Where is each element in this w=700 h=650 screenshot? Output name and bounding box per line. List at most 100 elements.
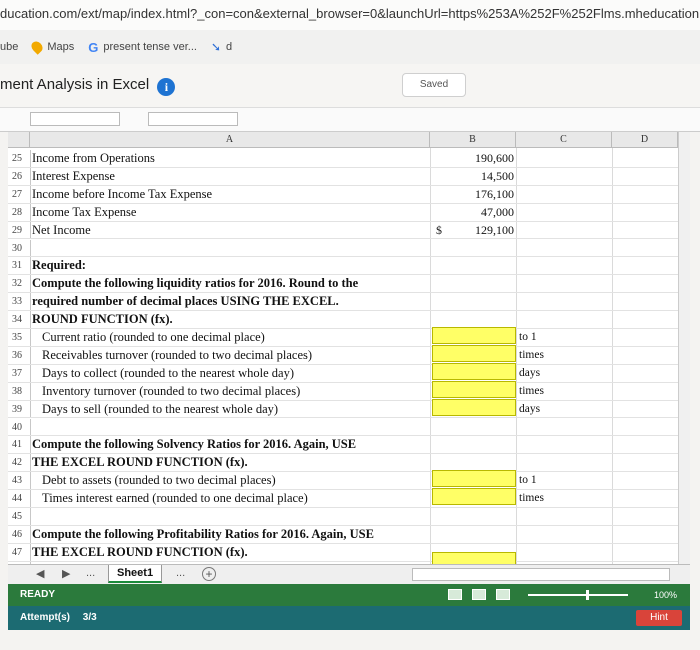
row-number[interactable]: 42 xyxy=(8,454,30,471)
cell-c-unit[interactable]: to 1 xyxy=(519,329,537,346)
cell-a[interactable]: Income Tax Expense xyxy=(32,204,136,221)
page-layout-view-icon[interactable] xyxy=(472,589,486,600)
cell-a[interactable]: Required: xyxy=(32,257,86,274)
table-row[interactable]: 30 xyxy=(8,239,690,258)
table-row[interactable]: 25 Income from Operations 190,600 xyxy=(8,150,690,168)
tab-more-left[interactable]: ... xyxy=(86,567,95,579)
row-number[interactable]: 25 xyxy=(8,150,30,167)
cell-a[interactable]: THE EXCEL ROUND FUNCTION (fx). xyxy=(32,454,248,471)
table-row[interactable]: 46 Compute the following Profitability Ra… xyxy=(8,525,690,544)
table-row[interactable]: 31 Required: xyxy=(8,257,690,276)
table-row[interactable]: 36 Receivables turnover (rounded to two d… xyxy=(8,346,690,365)
address-bar[interactable]: ducation.com/ext/map/index.html?_con=con… xyxy=(0,0,700,30)
horizontal-scrollbar[interactable] xyxy=(412,568,670,581)
answer-cell-receivables-turnover[interactable] xyxy=(432,345,516,362)
row-number[interactable]: 36 xyxy=(8,347,30,364)
table-row[interactable]: 38 Inventory turnover (rounded to two dec… xyxy=(8,382,690,401)
table-row[interactable]: 44 Times interest earned (rounded to one … xyxy=(8,490,690,508)
cell-a[interactable]: THE EXCEL ROUND FUNCTION (fx). xyxy=(32,544,248,561)
table-row[interactable]: 41 Compute the following Solvency Ratios … xyxy=(8,436,690,455)
cell-a[interactable]: Times interest earned (rounded to one de… xyxy=(42,490,308,507)
column-header-a[interactable]: A xyxy=(30,132,430,148)
row-number[interactable]: 45 xyxy=(8,508,30,525)
cell-c-unit[interactable]: days xyxy=(519,401,540,418)
row-number[interactable]: 26 xyxy=(8,168,30,185)
column-header-d[interactable]: D xyxy=(612,132,678,148)
formula-field[interactable] xyxy=(148,112,238,126)
cell-a[interactable]: Income before Income Tax Expense xyxy=(32,186,212,203)
table-row[interactable]: 35 Current ratio (rounded to one decimal … xyxy=(8,329,690,347)
answer-cell-net-profit-margin[interactable] xyxy=(432,552,516,564)
row-number[interactable]: 41 xyxy=(8,436,30,453)
add-sheet-icon[interactable]: + xyxy=(202,567,216,581)
table-row[interactable]: 37 Days to collect (rounded to the neares… xyxy=(8,364,690,383)
cell-a[interactable]: Debt to assets (rounded to two decimal p… xyxy=(42,472,276,489)
table-row[interactable]: 27 Income before Income Tax Expense 176,10… xyxy=(8,185,690,204)
tab-prev-arrow-icon[interactable]: ◀ xyxy=(36,567,44,580)
page-break-view-icon[interactable] xyxy=(496,589,510,600)
row-number[interactable]: 30 xyxy=(8,240,30,257)
row-number[interactable]: 28 xyxy=(8,204,30,221)
row-number[interactable]: 33 xyxy=(8,293,30,310)
table-row[interactable]: 40 xyxy=(8,418,690,437)
cell-c-unit[interactable]: to 1 xyxy=(519,472,537,489)
cell-c-unit[interactable]: times xyxy=(519,347,544,364)
answer-cell-current-ratio[interactable] xyxy=(432,327,516,344)
bookmark-maps[interactable]: Maps xyxy=(29,39,74,55)
column-header-b[interactable]: B xyxy=(430,132,516,148)
info-icon[interactable]: i xyxy=(157,78,176,96)
table-row[interactable]: 34 ROUND FUNCTION (fx). xyxy=(8,311,690,329)
saved-status-button[interactable]: Saved xyxy=(402,73,466,97)
table-row[interactable]: 42 THE EXCEL ROUND FUNCTION (fx). xyxy=(8,454,690,473)
row-number[interactable]: 35 xyxy=(8,329,30,346)
cell-a[interactable]: Net Income xyxy=(32,222,91,239)
cell-a[interactable]: Inventory turnover (rounded to two decim… xyxy=(42,383,300,400)
table-row[interactable]: 28 Income Tax Expense 47,000 xyxy=(8,203,690,222)
cell-b[interactable]: 129,100 xyxy=(475,222,514,239)
row-number[interactable]: 38 xyxy=(8,383,30,400)
row-number[interactable]: 43 xyxy=(8,472,30,489)
cell-a[interactable]: Compute the following liquidity ratios f… xyxy=(32,275,358,292)
cell-a[interactable]: Interest Expense xyxy=(32,168,115,185)
table-row[interactable]: 43 Debt to assets (rounded to two decimal… xyxy=(8,472,690,491)
row-number[interactable]: 47 xyxy=(8,544,30,561)
row-number[interactable]: 44 xyxy=(8,490,30,507)
bookmark-d[interactable]: ➘ d xyxy=(211,40,232,54)
cell-a[interactable]: Compute the following Solvency Ratios fo… xyxy=(32,436,356,453)
bookmark-item[interactable]: ube xyxy=(0,41,18,53)
cell-b[interactable]: 190,600 xyxy=(475,150,514,167)
cell-a[interactable]: Income from Operations xyxy=(32,150,155,167)
answer-cell-inventory-turnover[interactable] xyxy=(432,381,516,398)
vertical-scrollbar[interactable] xyxy=(678,132,690,564)
cell-a[interactable]: Compute the following Profitability Rati… xyxy=(32,526,374,543)
row-number[interactable]: 46 xyxy=(8,526,30,543)
answer-cell-times-interest-earned[interactable] xyxy=(432,488,516,505)
tab-next-arrow-icon[interactable]: ▶ xyxy=(62,567,70,580)
row-number[interactable]: 40 xyxy=(8,419,30,436)
answer-cell-days-to-collect[interactable] xyxy=(432,363,516,380)
answer-cell-days-to-sell[interactable] xyxy=(432,399,516,416)
table-row[interactable]: 45 xyxy=(8,508,690,526)
cell-a[interactable]: ROUND FUNCTION (fx). xyxy=(32,311,173,328)
table-row[interactable]: 26 Interest Expense 14,500 xyxy=(8,167,690,186)
row-number[interactable]: 32 xyxy=(8,275,30,292)
cell-a[interactable]: Days to sell (rounded to the nearest who… xyxy=(42,401,278,418)
zoom-slider[interactable] xyxy=(528,594,628,596)
table-row[interactable]: 32 Compute the following liquidity ratios… xyxy=(8,275,690,294)
tab-sheet1[interactable]: Sheet1 xyxy=(108,565,163,583)
cell-a[interactable]: Current ratio (rounded to one decimal pl… xyxy=(42,329,265,346)
tab-more-right[interactable]: ... xyxy=(176,567,185,579)
hint-button[interactable]: Hint xyxy=(636,610,682,626)
column-header-c[interactable]: C xyxy=(516,132,612,148)
cell-b[interactable]: 176,100 xyxy=(475,186,514,203)
table-row[interactable]: 47 THE EXCEL ROUND FUNCTION (fx). xyxy=(8,543,690,562)
answer-cell-debt-to-assets[interactable] xyxy=(432,470,516,487)
table-row[interactable]: 33 required number of decimal places USIN… xyxy=(8,293,690,312)
bookmark-present-tense[interactable]: G present tense ver... xyxy=(88,40,197,55)
row-number[interactable]: 29 xyxy=(8,222,30,239)
cell-b[interactable]: 47,000 xyxy=(481,204,514,221)
cell-a[interactable]: required number of decimal places USING … xyxy=(32,293,339,310)
row-number[interactable]: 37 xyxy=(8,365,30,382)
cell-c-unit[interactable]: times xyxy=(519,490,544,507)
select-all-corner[interactable] xyxy=(8,132,30,148)
